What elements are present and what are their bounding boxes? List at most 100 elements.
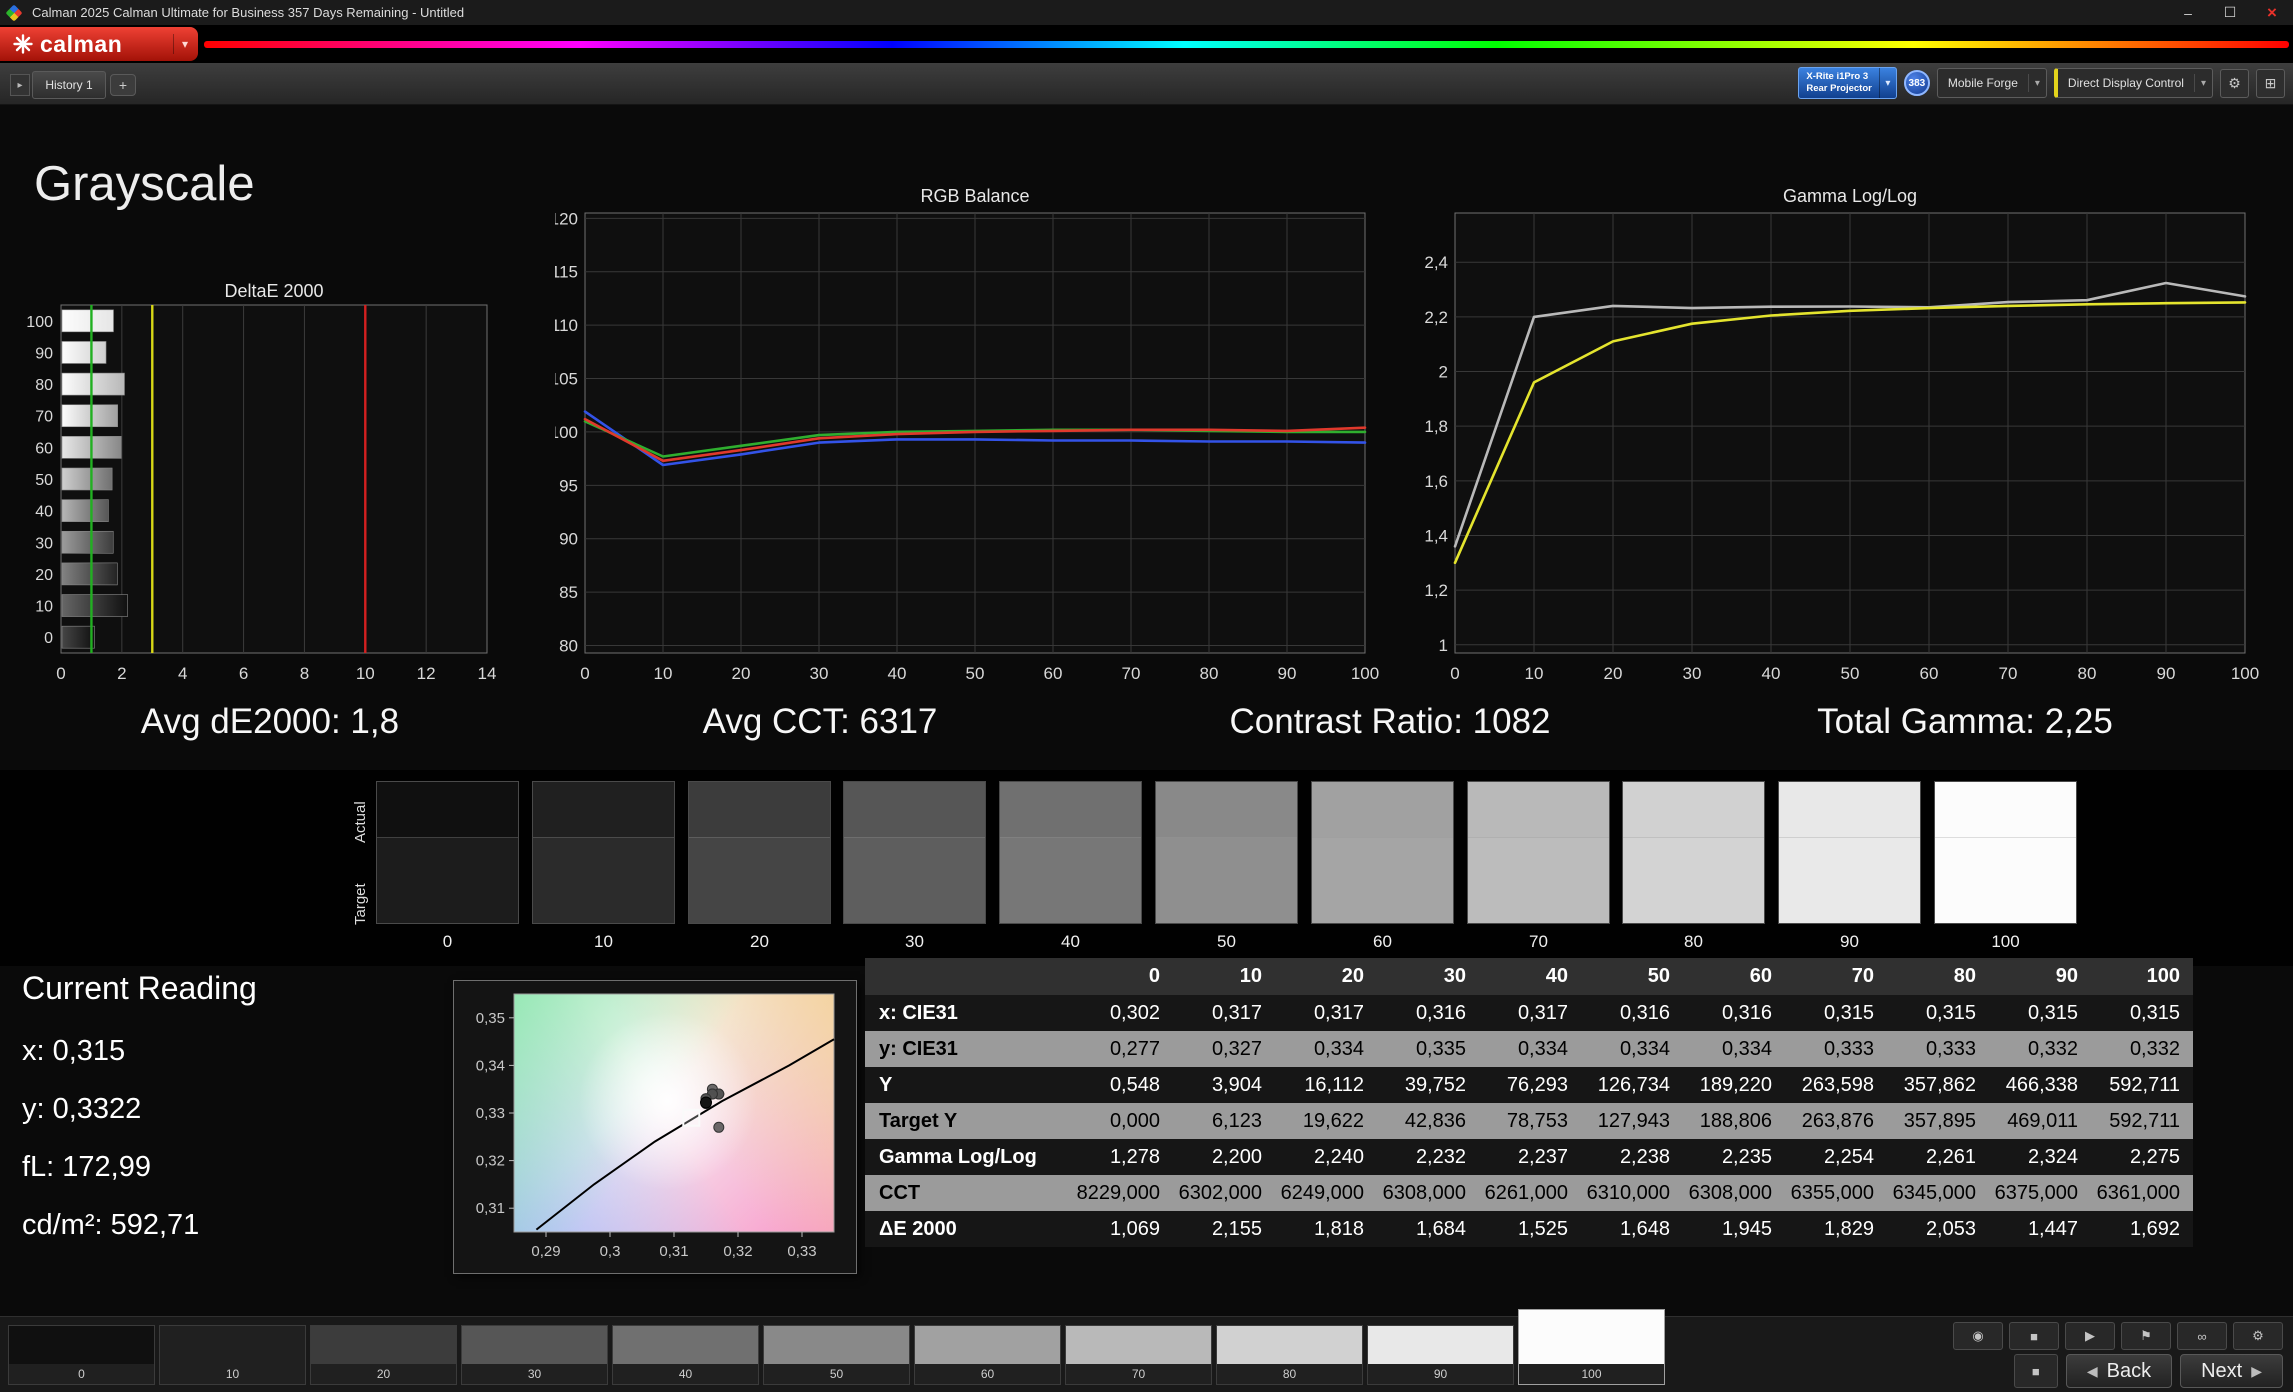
swatch-target-half [377, 837, 518, 923]
patch-label: 20 [311, 1364, 456, 1384]
table-cell: 0,315 [1925, 1001, 1976, 1024]
minimize-button[interactable]: – [2167, 0, 2209, 25]
table-cell: 0,316 [1619, 1001, 1670, 1024]
settings-button[interactable]: ⚙ [2220, 68, 2249, 98]
tab-history-1[interactable]: History 1 [32, 71, 106, 99]
swatch-target-half [1935, 837, 2076, 923]
deltae-xtick: 14 [478, 664, 497, 683]
table-cell: 0,327 [1211, 1037, 1262, 1060]
settings-button-bottom[interactable]: ⚙ [2233, 1322, 2283, 1350]
axis-label: 80 [2078, 664, 2097, 683]
axis-label: 80 [559, 637, 578, 656]
axis-label: 95 [559, 476, 578, 495]
row-label: CCT [879, 1181, 921, 1204]
gamma-svg: Gamma Log/Log 0 10 20 30 40 50 60 70 80 90 100 1 1,2 1… [1424, 186, 2259, 683]
actual-label: Actual [352, 801, 369, 843]
patch-button-40[interactable]: 40 [612, 1325, 759, 1385]
table-header-cell: 60 [1749, 965, 1772, 987]
deltae-ytick: 60 [35, 440, 53, 457]
axis-label: 120 [555, 209, 578, 228]
next-button[interactable]: Next ▶ [2180, 1354, 2283, 1388]
table-cell: 0,332 [2129, 1037, 2180, 1060]
deltae-ytick: 0 [44, 630, 53, 647]
axis-label: 80 [1200, 664, 1219, 683]
table-header-cell: 90 [2055, 965, 2078, 987]
patch-label: 90 [1368, 1364, 1513, 1384]
table-cell: 0,334 [1517, 1037, 1568, 1060]
table-cell: 0,315 [1823, 1001, 1874, 1024]
close-button[interactable]: × [2251, 0, 2293, 25]
patch-button-30[interactable]: 30 [461, 1325, 608, 1385]
patch-button-60[interactable]: 60 [914, 1325, 1061, 1385]
stop-measure-button[interactable]: ■ [2013, 1354, 2058, 1388]
meter-selector[interactable]: X-Rite i1Pro 3 Rear Projector ▾ [1798, 67, 1897, 99]
deltae-xtick: 2 [117, 664, 126, 683]
swatch-label: 10 [594, 932, 613, 951]
patch-button-90[interactable]: 90 [1367, 1325, 1514, 1385]
app-icon [5, 4, 23, 21]
table-cell: 2,237 [1517, 1145, 1568, 1168]
axis-label: 100 [1351, 664, 1379, 683]
patch-color [311, 1326, 456, 1364]
maximize-button[interactable]: ☐ [2209, 0, 2251, 25]
display-control-selector[interactable]: Direct Display Control ▾ [2053, 68, 2213, 98]
table-cell: 6308,000 [1382, 1181, 1466, 1204]
patch-label: 60 [915, 1364, 1060, 1384]
deltae-ytick: 90 [35, 345, 53, 362]
loop-button[interactable]: ∞ [2177, 1322, 2227, 1350]
play-button[interactable]: ▶ [2065, 1322, 2115, 1350]
add-tab-button[interactable]: + [110, 74, 136, 96]
patch-color [613, 1326, 758, 1364]
swatch-10 [532, 781, 675, 924]
row-label: Target Y [879, 1109, 958, 1132]
table-cell: 2,324 [2027, 1145, 2078, 1168]
swatch-100 [1934, 781, 2077, 924]
history-prev-button[interactable]: ▸ [10, 74, 30, 96]
swatch-label: 20 [750, 932, 769, 951]
table-row: Gamma Log/Log 1,278 2,200 2,240 2,232 2,237 2,… [865, 1139, 2193, 1175]
layout-button[interactable]: ⊞ [2256, 68, 2285, 98]
table-cell: 2,053 [1925, 1217, 1976, 1240]
source-label: Mobile Forge [1947, 76, 2018, 90]
deltae-xtick: 10 [356, 664, 375, 683]
axis-label: 20 [1604, 664, 1623, 683]
patch-button-100[interactable]: 100 [1518, 1309, 1665, 1385]
meter-name: X-Rite i1Pro 3 [1806, 71, 1869, 83]
row-label: Gamma Log/Log [879, 1145, 1037, 1168]
patch-button-10[interactable]: 10 [159, 1325, 306, 1385]
patch-button-50[interactable]: 50 [763, 1325, 910, 1385]
swatch-target-half [1312, 837, 1453, 923]
calman-wordmark: calman [40, 30, 123, 57]
patch-button-70[interactable]: 70 [1065, 1325, 1212, 1385]
patch-button-20[interactable]: 20 [310, 1325, 457, 1385]
stop-button[interactable]: ■ [2009, 1322, 2059, 1350]
table-cell: 469,011 [2007, 1109, 2078, 1132]
calman-logo-button[interactable]: calman ▾ [0, 27, 198, 61]
record-button[interactable]: ◉ [1953, 1322, 2003, 1350]
chevron-down-icon: ▾ [172, 34, 188, 54]
swatch-label: 40 [1061, 932, 1080, 951]
row-label: Y [879, 1073, 893, 1096]
chevron-down-icon: ▾ [1878, 68, 1896, 98]
patch-button-80[interactable]: 80 [1216, 1325, 1363, 1385]
patch-button-0[interactable]: 0 [8, 1325, 155, 1385]
table-cell: 6308,000 [1688, 1181, 1772, 1204]
flag-button[interactable]: ⚑ [2121, 1322, 2171, 1350]
table-cell: 126,734 [1597, 1073, 1670, 1096]
table-cell: 0,317 [1211, 1001, 1262, 1024]
table-cell: 263,598 [1801, 1073, 1874, 1096]
swatch-80 [1622, 781, 1765, 924]
table-cell: 0,332 [2027, 1037, 2078, 1060]
table-cell: 2,261 [1925, 1145, 1976, 1168]
deltae-ytick: 10 [35, 599, 53, 616]
source-selector[interactable]: Mobile Forge ▾ [1936, 68, 2047, 98]
grid-icon: ⊞ [2264, 74, 2277, 91]
table-cell: 1,818 [1313, 1217, 1364, 1240]
chevron-down-icon: ▾ [2193, 74, 2206, 92]
back-label: Back [2106, 1359, 2152, 1382]
axis-label: 30 [1683, 664, 1702, 683]
table-row: CCT 8229,000 6302,000 6249,000 6308,000 6261,… [865, 1175, 2193, 1211]
back-button[interactable]: ◀ Back [2065, 1354, 2173, 1388]
cie-xtick: 0,33 [787, 1243, 816, 1260]
table-cell: 8229,000 [1076, 1181, 1160, 1204]
